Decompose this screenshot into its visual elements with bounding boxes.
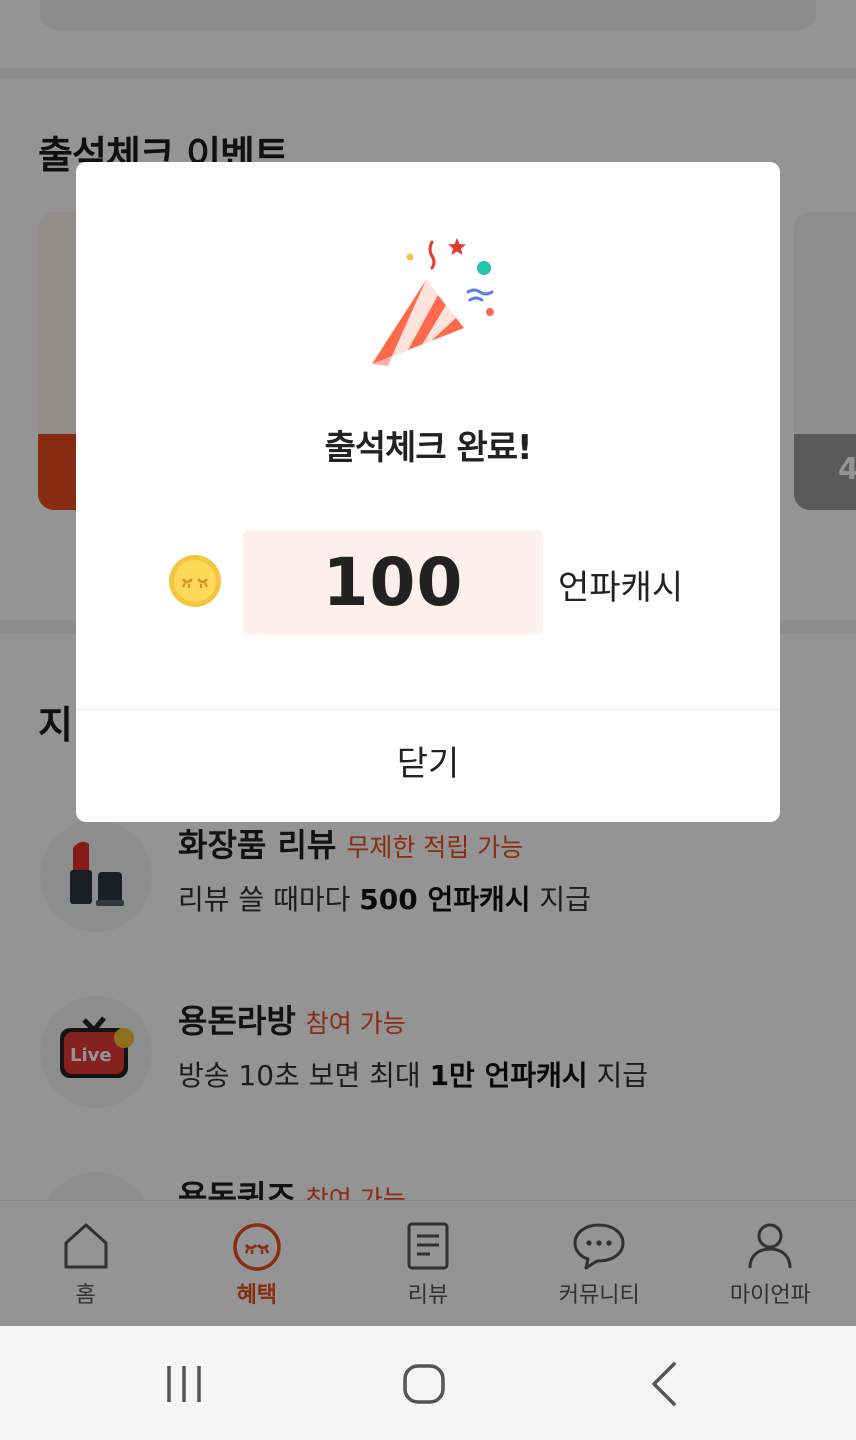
- reward-amount: 100: [322, 544, 464, 621]
- dialog-title: 출석체크 완료!: [324, 428, 532, 468]
- back-icon[interactable]: [634, 1356, 694, 1412]
- coin-icon: [169, 555, 221, 607]
- recents-icon[interactable]: [154, 1356, 214, 1412]
- attendance-complete-dialog: 출석체크 완료! 100 언파캐시 닫기: [76, 162, 780, 822]
- reward-amount-box: 100: [243, 530, 543, 634]
- close-button[interactable]: 닫기: [76, 710, 780, 822]
- party-popper-icon: [372, 238, 494, 366]
- reward-unit: 언파캐시: [558, 568, 684, 608]
- system-nav-bar: [0, 1326, 856, 1440]
- home-circle-icon[interactable]: [394, 1356, 454, 1412]
